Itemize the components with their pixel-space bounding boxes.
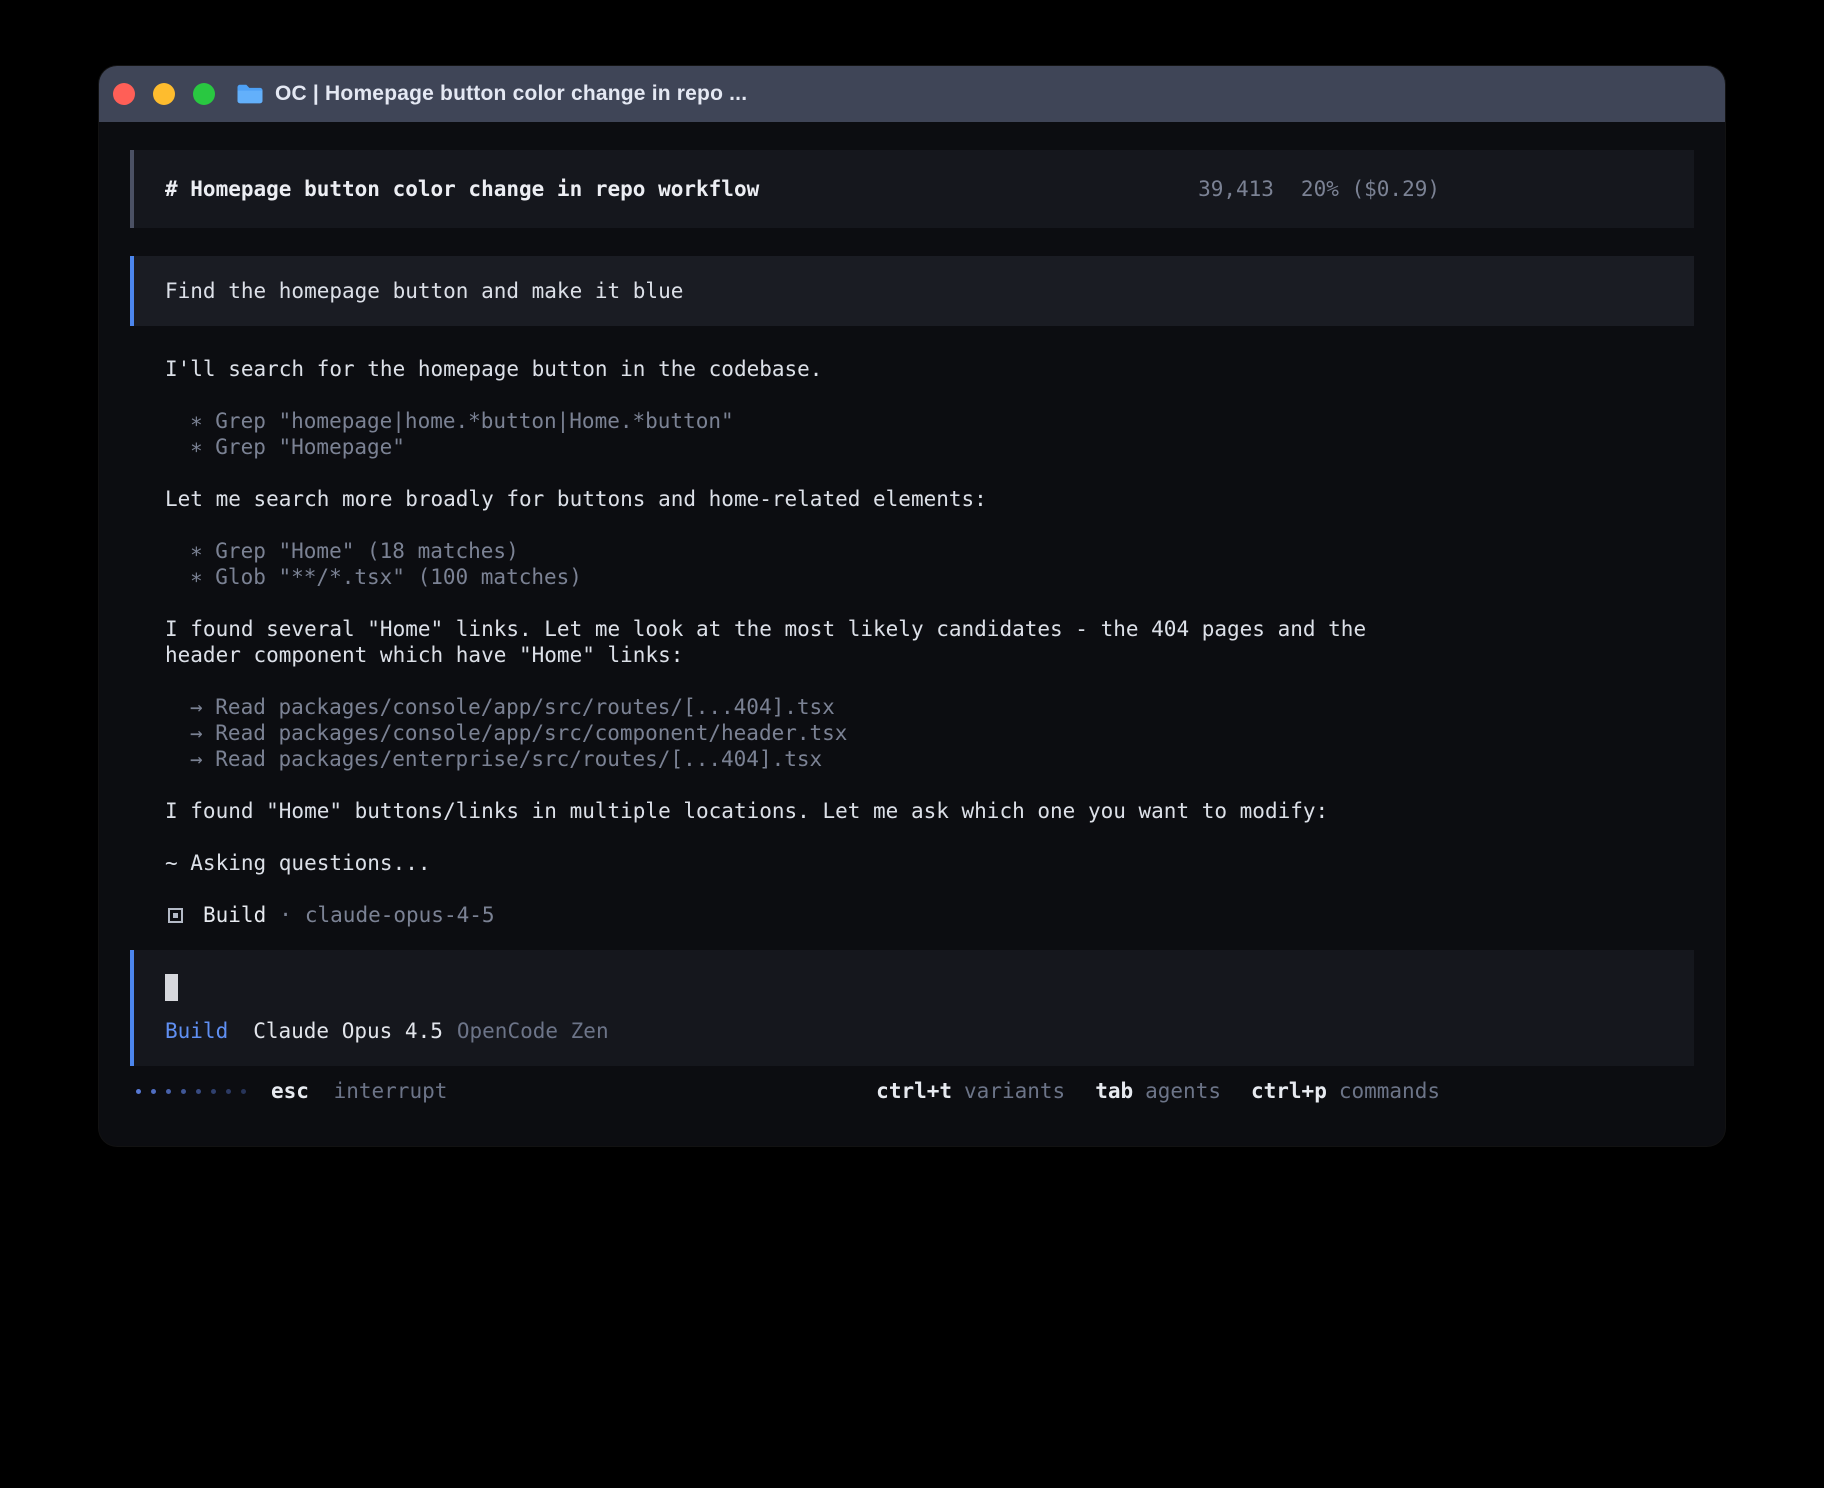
provider-indicator: OpenCode Zen <box>457 1018 609 1044</box>
context-usage: 20% ($0.29) <box>1301 177 1440 201</box>
session-title: # Homepage button color change in repo w… <box>165 176 759 202</box>
minimize-button[interactable] <box>153 83 175 105</box>
agents-hint: tab agents <box>1095 1078 1221 1104</box>
esc-label: interrupt <box>334 1079 448 1103</box>
session-header: # Homepage button color change in repo w… <box>130 150 1694 228</box>
text-cursor <box>165 974 178 1001</box>
spinner-dots <box>136 1089 246 1094</box>
folder-icon <box>236 83 263 105</box>
tool-call-line: ∗ Glob "**/*.tsx" (100 matches) <box>190 564 1440 590</box>
terminal-content: # Homepage button color change in repo w… <box>99 150 1725 1104</box>
model-indicator: Claude Opus 4.5 <box>253 1018 443 1044</box>
agent-icon <box>168 908 183 923</box>
tool-call-line: → Read packages/console/app/src/componen… <box>190 720 1440 746</box>
agent-name: Build <box>203 902 266 928</box>
variants-hint: ctrl+t variants <box>876 1078 1065 1104</box>
status-bar-left: esc interrupt <box>130 1078 447 1104</box>
status-bar-right: ctrl+t variants tab agents ctrl+p comman… <box>876 1078 1440 1104</box>
assistant-text: I found "Home" buttons/links in multiple… <box>165 798 1440 824</box>
title-group: OC | Homepage button color change in rep… <box>236 82 747 106</box>
zoom-button[interactable] <box>193 83 215 105</box>
assistant-text: Let me search more broadly for buttons a… <box>165 486 1440 512</box>
tool-call-group: ∗ Grep "Home" (18 matches) ∗ Glob "**/*.… <box>165 538 1440 590</box>
agent-status-line: Build · claude-opus-4-5 <box>165 902 1440 928</box>
assistant-text: I found several "Home" links. Let me loo… <box>165 616 1440 668</box>
tool-call-line: ∗ Grep "Home" (18 matches) <box>190 538 1440 564</box>
tool-call-group: → Read packages/console/app/src/routes/[… <box>165 694 1440 772</box>
commands-hint: ctrl+p commands <box>1251 1078 1440 1104</box>
assistant-text: I'll search for the homepage button in t… <box>165 356 1440 382</box>
esc-key: esc <box>271 1079 309 1103</box>
tool-call-line: ∗ Grep "homepage|home.*button|Home.*butt… <box>190 408 1440 434</box>
token-count: 39,413 <box>1198 177 1274 201</box>
mode-indicator: Build <box>165 1018 228 1044</box>
agent-model: claude-opus-4-5 <box>305 902 495 928</box>
session-stats: 39,413 20% ($0.29) <box>1072 150 1440 228</box>
tool-call-line: ∗ Grep "Homepage" <box>190 434 1440 460</box>
assistant-transcript: I'll search for the homepage button in t… <box>165 356 1440 928</box>
tool-call-line: → Read packages/enterprise/src/routes/[.… <box>190 746 1440 772</box>
traffic-lights <box>113 83 215 105</box>
close-button[interactable] <box>113 83 135 105</box>
user-message-text: Find the homepage button and make it blu… <box>165 278 683 304</box>
prompt-input[interactable]: Build Claude Opus 4.5 OpenCode Zen <box>130 950 1694 1066</box>
tool-call-group: ∗ Grep "homepage|home.*button|Home.*butt… <box>165 408 1440 460</box>
terminal-window: OC | Homepage button color change in rep… <box>99 66 1725 1146</box>
interrupt-hint: esc interrupt <box>271 1078 447 1104</box>
user-message: Find the homepage button and make it blu… <box>130 256 1694 326</box>
asking-status: ~ Asking questions... <box>165 850 1440 876</box>
status-bar: esc interrupt ctrl+t variants tab agents… <box>130 1078 1440 1104</box>
tool-call-line: → Read packages/console/app/src/routes/[… <box>190 694 1440 720</box>
window-title: OC | Homepage button color change in rep… <box>275 82 747 106</box>
separator-dot: · <box>279 902 292 928</box>
input-status-row: Build Claude Opus 4.5 OpenCode Zen <box>165 1018 1663 1044</box>
titlebar[interactable]: OC | Homepage button color change in rep… <box>99 66 1725 122</box>
